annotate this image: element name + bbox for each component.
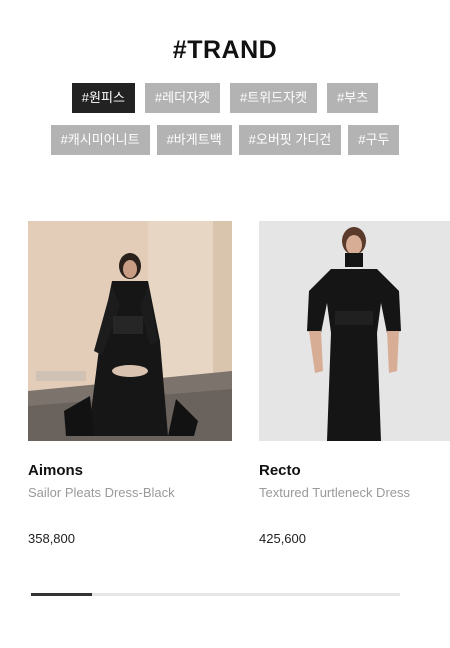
product-price: 425,600 bbox=[259, 531, 306, 546]
carousel-scroll-thumb[interactable] bbox=[31, 593, 92, 596]
tag-boots[interactable]: #부츠 bbox=[327, 83, 379, 113]
tag-overfit-cardigan[interactable]: #오버핏 가디건 bbox=[238, 125, 342, 155]
tag-shoes[interactable]: #구두 bbox=[348, 125, 400, 155]
product-price: 358,800 bbox=[28, 531, 75, 546]
product-image[interactable] bbox=[259, 221, 450, 441]
product-brand[interactable]: Recto bbox=[259, 462, 450, 479]
tag-leather-jacket[interactable]: #레더자켓 bbox=[144, 83, 220, 113]
product-name[interactable]: Sailor Pleats Dress-Black bbox=[28, 485, 232, 500]
tag-tweed-jacket[interactable]: #트위드자켓 bbox=[230, 83, 318, 113]
product-card[interactable]: Recto Textured Turtleneck Dress 425,600 bbox=[259, 221, 450, 546]
carousel-scrollbar[interactable] bbox=[31, 593, 400, 596]
tag-row-1: #원피스 #레더자켓 #트위드자켓 #부츠 bbox=[0, 83, 450, 113]
section-title: #TRAND bbox=[172, 36, 278, 64]
product-image[interactable] bbox=[28, 221, 232, 441]
tag-onepiece[interactable]: #원피스 bbox=[71, 83, 135, 113]
product-carousel[interactable]: Aimons Sailor Pleats Dress-Black 358,800… bbox=[28, 221, 450, 561]
tag-row-2: #캐시미어니트 #바게트백 #오버핏 가디건 #구두 bbox=[0, 125, 450, 155]
product-brand[interactable]: Aimons bbox=[28, 462, 232, 479]
tag-baguette-bag[interactable]: #바게트백 bbox=[156, 125, 232, 155]
product-card[interactable]: Aimons Sailor Pleats Dress-Black 358,800 bbox=[28, 221, 232, 546]
tag-cashmere-knit[interactable]: #캐시미어니트 bbox=[50, 125, 150, 155]
product-name[interactable]: Textured Turtleneck Dress bbox=[259, 485, 444, 500]
